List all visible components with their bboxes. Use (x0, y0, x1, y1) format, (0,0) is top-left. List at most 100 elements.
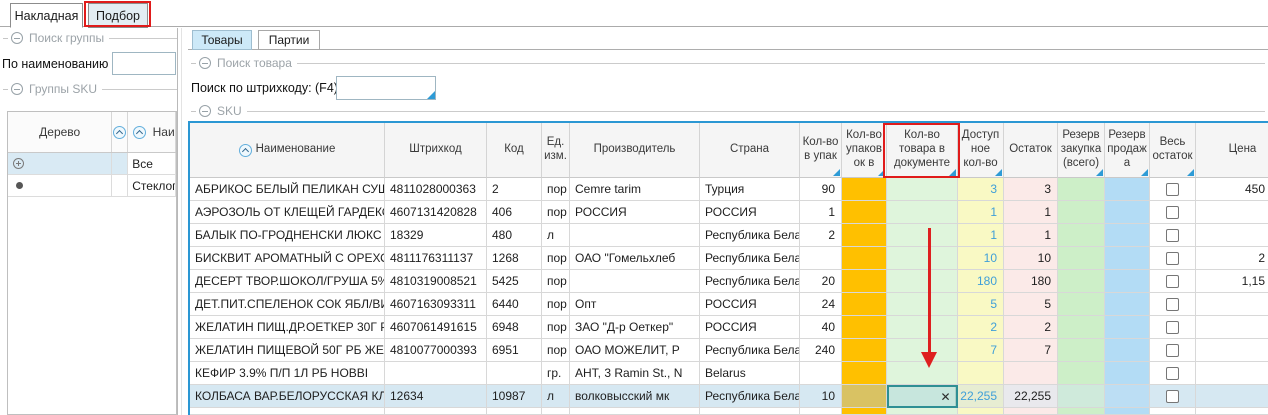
cell-qty_goods_in_doc[interactable] (887, 201, 958, 224)
cell-code[interactable]: 406 (487, 201, 542, 224)
cell-country[interactable]: Республика Белар (700, 385, 800, 408)
cell-remainder[interactable]: 1 (1004, 224, 1058, 247)
cell-available_qty[interactable]: 1 (958, 224, 1004, 247)
cell-price[interactable]: 2 (1196, 247, 1268, 270)
table-row[interactable]: БИСКВИТ АРОМАТНЫЙ С ОРЕХОМ48111763111371… (190, 247, 1268, 270)
cell-remainder[interactable]: 2 (1004, 316, 1058, 339)
cell-code[interactable]: 5425 (487, 270, 542, 293)
cell-manufacturer[interactable]: ОАО МОЖЕЛИТ, Р (570, 339, 700, 362)
cell-barcode[interactable]: 4607131420828 (385, 201, 487, 224)
cell-remainder[interactable]: 10 (1004, 247, 1058, 270)
cell-remainder[interactable]: 3 (1004, 178, 1058, 201)
collapse-icon[interactable] (199, 105, 211, 117)
column-header-name[interactable]: Наименование (190, 123, 385, 178)
cell-reserve_purchase[interactable] (1058, 293, 1105, 316)
cell-code[interactable]: 480 (487, 224, 542, 247)
table-row-partial[interactable] (190, 408, 1268, 415)
expand-plus-icon[interactable] (13, 158, 24, 169)
cell-manufacturer[interactable] (570, 408, 700, 415)
cell-qty_packs_in_doc[interactable] (842, 224, 887, 247)
collapse-icon[interactable] (11, 32, 23, 44)
cell-barcode[interactable]: 4811176311137 (385, 247, 487, 270)
cell-code[interactable] (487, 362, 542, 385)
cell-country[interactable]: Республика Белар (700, 224, 800, 247)
cell-qty_packs_in_doc[interactable] (842, 408, 887, 415)
cell-unit[interactable]: пор (542, 339, 570, 362)
cell-code[interactable]: 6948 (487, 316, 542, 339)
cell-qty_goods_in_doc[interactable] (887, 224, 958, 247)
cell-country[interactable]: Республика Белар (700, 270, 800, 293)
cell-barcode[interactable]: 4811028000363 (385, 178, 487, 201)
cell-remainder[interactable]: 7 (1004, 339, 1058, 362)
cell-price[interactable] (1196, 316, 1268, 339)
cell-name[interactable]: КОЛБАСА ВАР.БЕЛОРУССКАЯ КЛ.В/С (190, 385, 385, 408)
cell-qty_per_pack[interactable]: 24 (800, 293, 842, 316)
column-header-reserve_purchase[interactable]: Резерв закупка (всего) (1058, 123, 1105, 178)
cell-barcode[interactable]: 4607061491615 (385, 316, 487, 339)
cell-reserve_purchase[interactable] (1058, 224, 1105, 247)
whole-remainder-checkbox[interactable] (1166, 252, 1179, 265)
filter-triangle-icon[interactable] (1187, 169, 1194, 176)
filter-triangle-icon[interactable] (1096, 169, 1103, 176)
name-filter-input[interactable] (112, 52, 176, 75)
tab-batches[interactable]: Партии (258, 30, 320, 50)
cell-unit[interactable]: л (542, 385, 570, 408)
cell-whole_remainder[interactable] (1150, 224, 1196, 247)
cell-qty_per_pack[interactable]: 90 (800, 178, 842, 201)
cell-whole_remainder[interactable] (1150, 385, 1196, 408)
cell-remainder[interactable]: 1 (1004, 201, 1058, 224)
cell-available_qty[interactable] (958, 362, 1004, 385)
cell-whole_remainder[interactable] (1150, 293, 1196, 316)
whole-remainder-checkbox[interactable] (1166, 275, 1179, 288)
cell-reserve_purchase[interactable] (1058, 270, 1105, 293)
whole-remainder-checkbox[interactable] (1166, 344, 1179, 357)
whole-remainder-checkbox[interactable] (1166, 367, 1179, 380)
cell-price[interactable] (1196, 385, 1268, 408)
cell-name[interactable]: ЖЕЛАТИН ПИЩЕВОЙ 50Г РБ ЖЕЛАТ (190, 339, 385, 362)
cell-reserve_sale[interactable] (1105, 385, 1150, 408)
cell-country[interactable] (700, 408, 800, 415)
cell-code[interactable] (487, 408, 542, 415)
clear-cell-icon[interactable]: ✕ (936, 387, 956, 406)
cell-qty_packs_in_doc[interactable] (842, 247, 887, 270)
cell-qty_packs_in_doc[interactable] (842, 316, 887, 339)
cell-available_qty[interactable] (958, 408, 1004, 415)
whole-remainder-checkbox[interactable] (1166, 390, 1179, 403)
cell-available_qty[interactable]: 180 (958, 270, 1004, 293)
cell-qty_goods_in_doc[interactable] (887, 408, 958, 415)
cell-name[interactable]: БАЛЫК ПО-ГРОДНЕНСКИ ЛЮКС К/В (190, 224, 385, 247)
cell-code[interactable]: 6951 (487, 339, 542, 362)
cell-qty_goods_in_doc[interactable] (887, 316, 958, 339)
cell-country[interactable]: Турция (700, 178, 800, 201)
cell-name[interactable]: ДЕТ.ПИТ.СПЕЛЕНОК СОК ЯБЛ/ВИШН (190, 293, 385, 316)
table-row[interactable]: КЕФИР 3.9% П/П 1Л РБ HOBBIгр.АНТ, 3 Rami… (190, 362, 1268, 385)
column-header-whole_remainder[interactable]: Весь остаток (1150, 123, 1196, 178)
table-row[interactable]: ЖЕЛАТИН ПИЩЕВОЙ 50Г РБ ЖЕЛАТ481007700039… (190, 339, 1268, 362)
cell-unit[interactable]: гр. (542, 362, 570, 385)
cell-country[interactable]: Республика Белар (700, 339, 800, 362)
cell-qty_packs_in_doc[interactable] (842, 385, 887, 408)
cell-country[interactable]: РОССИЯ (700, 316, 800, 339)
cell-qty_packs_in_doc[interactable] (842, 178, 887, 201)
cell-manufacturer[interactable]: Cemre tarim (570, 178, 700, 201)
cell-price[interactable] (1196, 362, 1268, 385)
filter-triangle-icon[interactable] (1141, 169, 1148, 176)
cell-reserve_purchase[interactable] (1058, 316, 1105, 339)
cell-country[interactable]: Belarus (700, 362, 800, 385)
collapse-icon[interactable] (11, 83, 23, 95)
cell-manufacturer[interactable]: ЗАО "Д-р Оеткер" (570, 316, 700, 339)
cell-qty_packs_in_doc[interactable] (842, 293, 887, 316)
panel-splitter[interactable] (177, 28, 178, 415)
cell-qty_per_pack[interactable]: 2 (800, 224, 842, 247)
cell-reserve_sale[interactable] (1105, 293, 1150, 316)
table-row[interactable]: АЭРОЗОЛЬ ОТ КЛЕЩЕЙ ГАРДЕКС 1546071314208… (190, 201, 1268, 224)
cell-code[interactable]: 1268 (487, 247, 542, 270)
cell-qty_goods_in_doc[interactable] (887, 293, 958, 316)
whole-remainder-checkbox[interactable] (1166, 206, 1179, 219)
table-row[interactable]: БАЛЫК ПО-ГРОДНЕНСКИ ЛЮКС К/В18329480лРес… (190, 224, 1268, 247)
cell-price[interactable] (1196, 201, 1268, 224)
cell-reserve_sale[interactable] (1105, 201, 1150, 224)
cell-name[interactable]: ДЕСЕРТ ТВОР.ШОКОЛ/ГРУША 5% Р (190, 270, 385, 293)
column-header-barcode[interactable]: Штрихкод (385, 123, 487, 178)
table-row[interactable]: ДЕТ.ПИТ.СПЕЛЕНОК СОК ЯБЛ/ВИШН46071630933… (190, 293, 1268, 316)
